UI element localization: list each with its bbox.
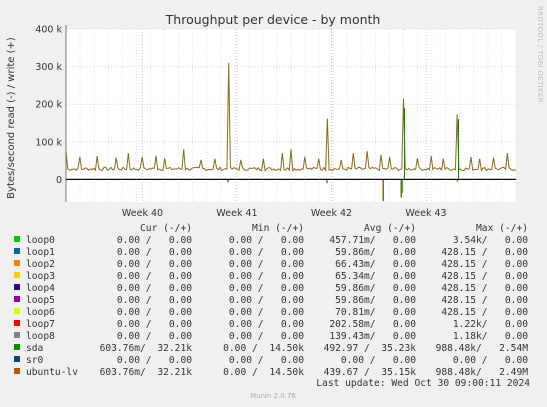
y-tick-label: 200 k: [35, 100, 62, 111]
legend-swatch: [14, 308, 20, 314]
legend-name: loop1: [26, 247, 55, 258]
legend-value-max: 1.22k/ 0.00: [453, 319, 528, 330]
legend-name: sr0: [26, 355, 44, 366]
legend-swatch: [14, 260, 20, 266]
rrdtool-credit: RRDTOOL / TOBI OETIKER: [536, 6, 544, 103]
legend-value-cur: 0.00 / 0.00: [117, 319, 192, 330]
legend-swatch: [14, 272, 20, 278]
last-update: Last update: Wed Oct 30 09:00:11 2024: [316, 378, 530, 389]
legend-value-avg: 66.43m/ 0.00: [335, 259, 416, 270]
legend-value-max: 988.48k/ 2.54M: [436, 343, 529, 354]
legend-value-max: 428.15 / 0.00: [441, 307, 528, 318]
legend-value-cur: 0.00 / 0.00: [117, 235, 192, 246]
legend-swatch: [14, 344, 20, 350]
legend-value-cur: 0.00 / 0.00: [117, 283, 192, 294]
legend-swatch: [14, 332, 20, 338]
legend-value-avg: 457.71m/ 0.00: [329, 235, 416, 246]
legend-value-avg: 65.34m/ 0.00: [335, 271, 416, 282]
legend-value-max: 428.15 / 0.00: [441, 271, 528, 282]
legend-name: sda: [26, 343, 43, 354]
legend-value-min: 0.00 / 0.00: [229, 319, 304, 330]
legend-name: ubuntu-lv: [26, 367, 78, 378]
y-tick-label: 400 k: [35, 25, 62, 36]
x-tick-label: Week 42: [311, 208, 352, 219]
legend-name: loop7: [26, 319, 55, 330]
legend-value-min: 0.00 / 0.00: [229, 271, 304, 282]
legend-value-max: 428.15 / 0.00: [441, 247, 528, 258]
legend-value-cur: 0.00 / 0.00: [117, 247, 192, 258]
legend-swatch: [14, 296, 20, 302]
legend-value-avg: 59.86m/ 0.00: [335, 283, 416, 294]
legend-value-max: 428.15 / 0.00: [441, 259, 528, 270]
legend-value-avg: 202.58m/ 0.00: [329, 319, 416, 330]
legend-value-min: 0.00 / 0.00: [229, 247, 304, 258]
y-tick-label: 0: [56, 175, 62, 186]
legend-value-avg: 59.86m/ 0.00: [335, 247, 416, 258]
x-ticks: Week 40 Week 41 Week 42 Week 43: [122, 208, 447, 219]
x-tick-label: Week 41: [216, 208, 257, 219]
legend-name: loop5: [26, 295, 55, 306]
legend-name: loop4: [26, 283, 55, 294]
legend-value-min: 0.00 / 0.00: [229, 283, 304, 294]
legend-header-max: Max (-/+): [476, 223, 528, 234]
legend-value-min: 0.00 / 0.00: [229, 355, 304, 366]
legend-value-min: 0.00 / 0.00: [229, 307, 304, 318]
legend-name: loop3: [26, 271, 55, 282]
legend-value-min: 0.00 / 14.50k: [223, 343, 304, 354]
munin-version: Munin 2.0.76: [250, 392, 296, 400]
legend-value-max: 0.00 / 0.00: [453, 355, 528, 366]
legend-value-cur: 0.00 / 0.00: [117, 355, 192, 366]
legend-header-avg: Avg (-/+): [364, 223, 416, 234]
y-ticks: 400 k 300 k 200 k 100 k 0: [35, 25, 62, 186]
legend-value-min: 0.00 / 0.00: [229, 235, 304, 246]
legend-value-cur: 0.00 / 0.00: [117, 307, 192, 318]
legend-value-max: 3.54k/ 0.00: [453, 235, 528, 246]
legend-value-avg: 0.00 / 0.00: [341, 355, 416, 366]
legend-value-max: 1.18k/ 0.00: [453, 331, 528, 342]
legend-value-cur: 0.00 / 0.00: [117, 259, 192, 270]
legend-value-min: 0.00 / 0.00: [229, 331, 304, 342]
legend-swatch: [14, 284, 20, 290]
legend-name: loop6: [26, 307, 55, 318]
y-tick-label: 100 k: [35, 137, 62, 148]
legend-value-max: 428.15 / 0.00: [441, 283, 528, 294]
legend-value-cur: 0.00 / 0.00: [117, 295, 192, 306]
legend-name: loop0: [26, 235, 55, 246]
legend-value-avg: 70.81m/ 0.00: [335, 307, 416, 318]
legend-value-avg: 139.43m/ 0.00: [329, 331, 416, 342]
legend-value-min: 0.00 / 0.00: [229, 259, 304, 270]
chart-title: Throughput per device - by month: [165, 12, 381, 27]
legend-swatch: [14, 356, 20, 362]
legend-swatch: [14, 248, 20, 254]
legend-value-cur: 603.76m/ 32.21k: [100, 367, 193, 378]
legend-value-cur: 0.00 / 0.00: [117, 331, 192, 342]
legend-name: loop8: [26, 331, 55, 342]
legend-header-min: Min (-/+): [252, 223, 304, 234]
legend-swatch: [14, 236, 20, 242]
legend-name: loop2: [26, 259, 55, 270]
legend-value-avg: 59.86m/ 0.00: [335, 295, 416, 306]
x-tick-label: Week 43: [405, 208, 446, 219]
y-axis-label: Bytes/second read (-) / write (+): [6, 37, 17, 199]
legend-swatch: [14, 368, 20, 374]
throughput-chart: Throughput per device - by month RRDTOOL…: [6, 6, 544, 400]
legend-value-min: 0.00 / 0.00: [229, 295, 304, 306]
legend-value-avg: 492.97 / 35.23k: [324, 343, 417, 354]
legend-header-cur: Cur (-/+): [140, 223, 192, 234]
legend-value-cur: 603.76m/ 32.21k: [100, 343, 193, 354]
y-tick-label: 300 k: [35, 62, 62, 73]
legend-swatch: [14, 320, 20, 326]
legend-value-max: 988.48k/ 2.49M: [436, 367, 529, 378]
legend-value-max: 428.15 / 0.00: [441, 295, 528, 306]
x-tick-label: Week 40: [122, 208, 163, 219]
legend-value-avg: 439.67 / 35.15k: [324, 367, 417, 378]
legend-value-cur: 0.00 / 0.00: [117, 271, 192, 282]
legend-value-min: 0.00 / 14.50k: [223, 367, 304, 378]
legend: Cur (-/+) Min (-/+) Avg (-/+) Max (-/+) loop…: [14, 223, 528, 378]
